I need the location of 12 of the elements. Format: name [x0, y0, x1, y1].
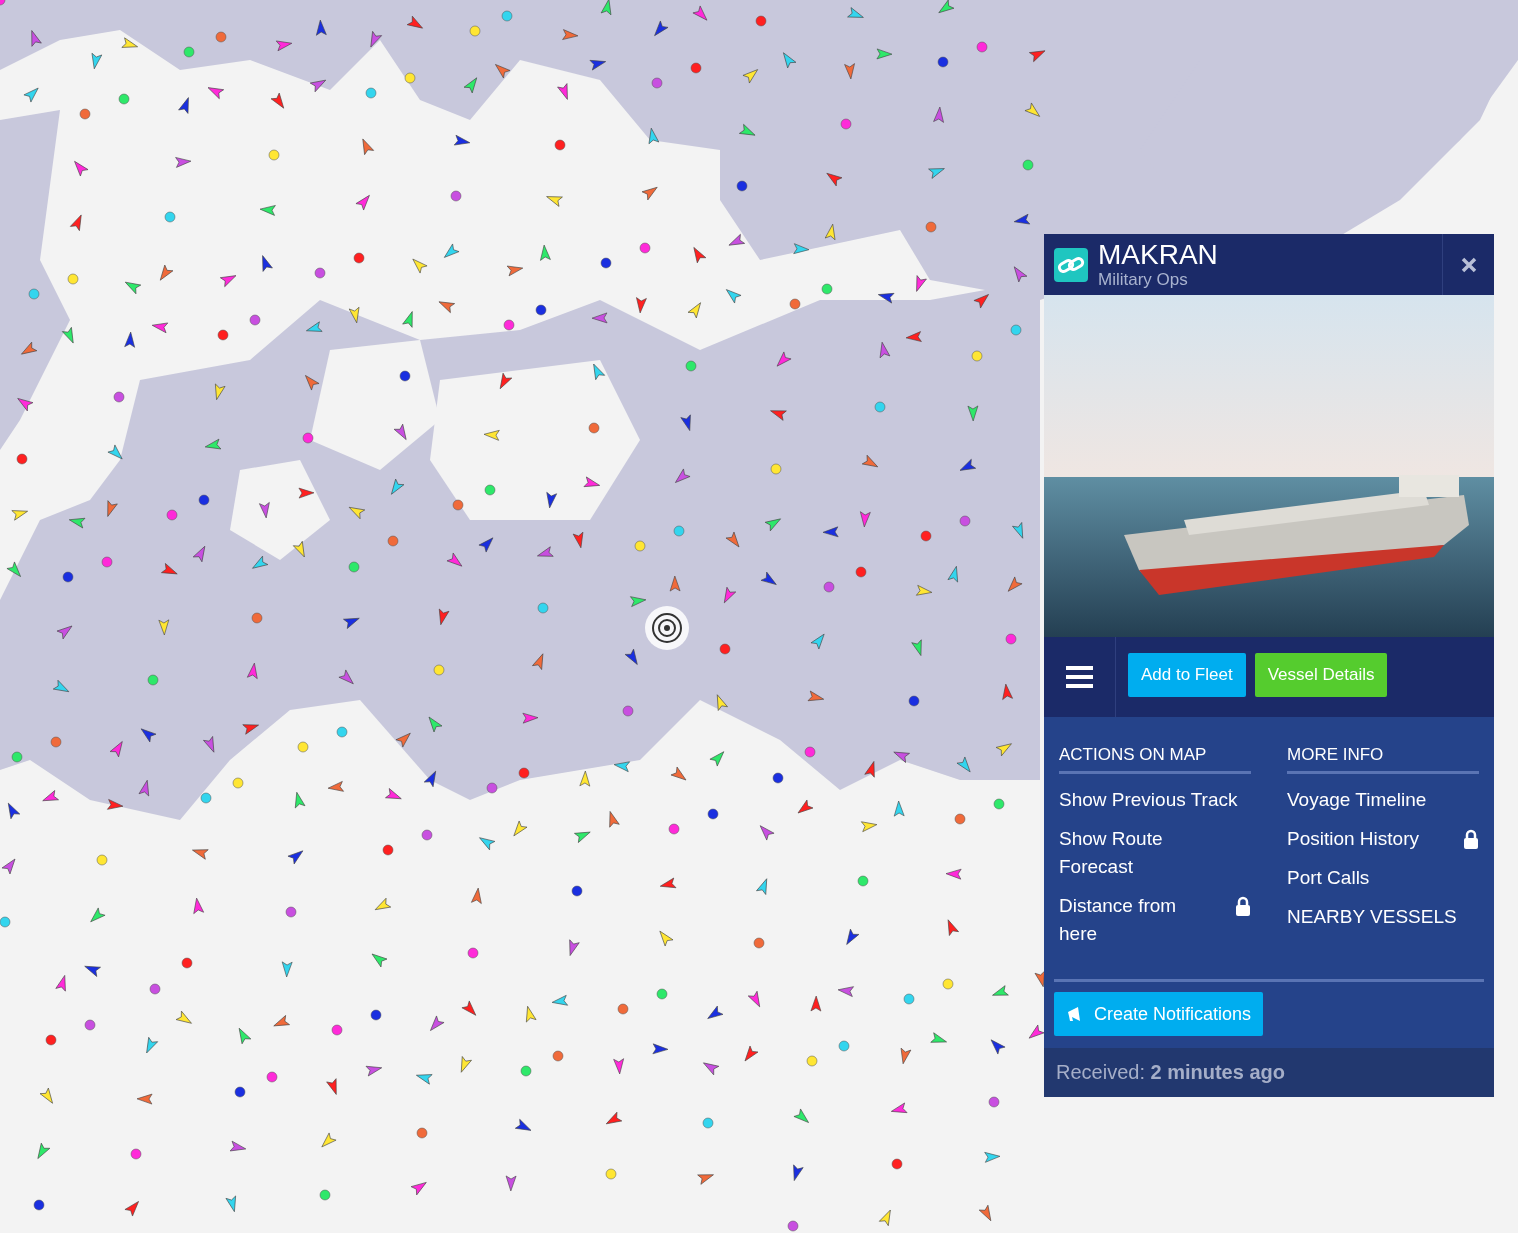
menu-link[interactable]: Distance from here: [1059, 892, 1251, 948]
received-time: Received: 2 minutes ago: [1056, 1061, 1285, 1083]
menu-link[interactable]: NEARBY VESSELS: [1287, 903, 1479, 931]
menu-link[interactable]: Voyage Timeline: [1287, 786, 1479, 814]
section-heading: ACTIONS ON MAP: [1059, 745, 1251, 774]
vessel-type: Military Ops: [1098, 271, 1189, 288]
menu-link[interactable]: Position History: [1287, 825, 1479, 853]
vessel-name: MAKRAN: [1098, 241, 1218, 269]
menu-link[interactable]: Port Calls: [1287, 864, 1479, 892]
menu-link[interactable]: Show Route Forecast: [1059, 825, 1189, 881]
section-heading: MORE INFO: [1287, 745, 1479, 774]
menu-link[interactable]: Show Previous Track: [1059, 786, 1251, 814]
